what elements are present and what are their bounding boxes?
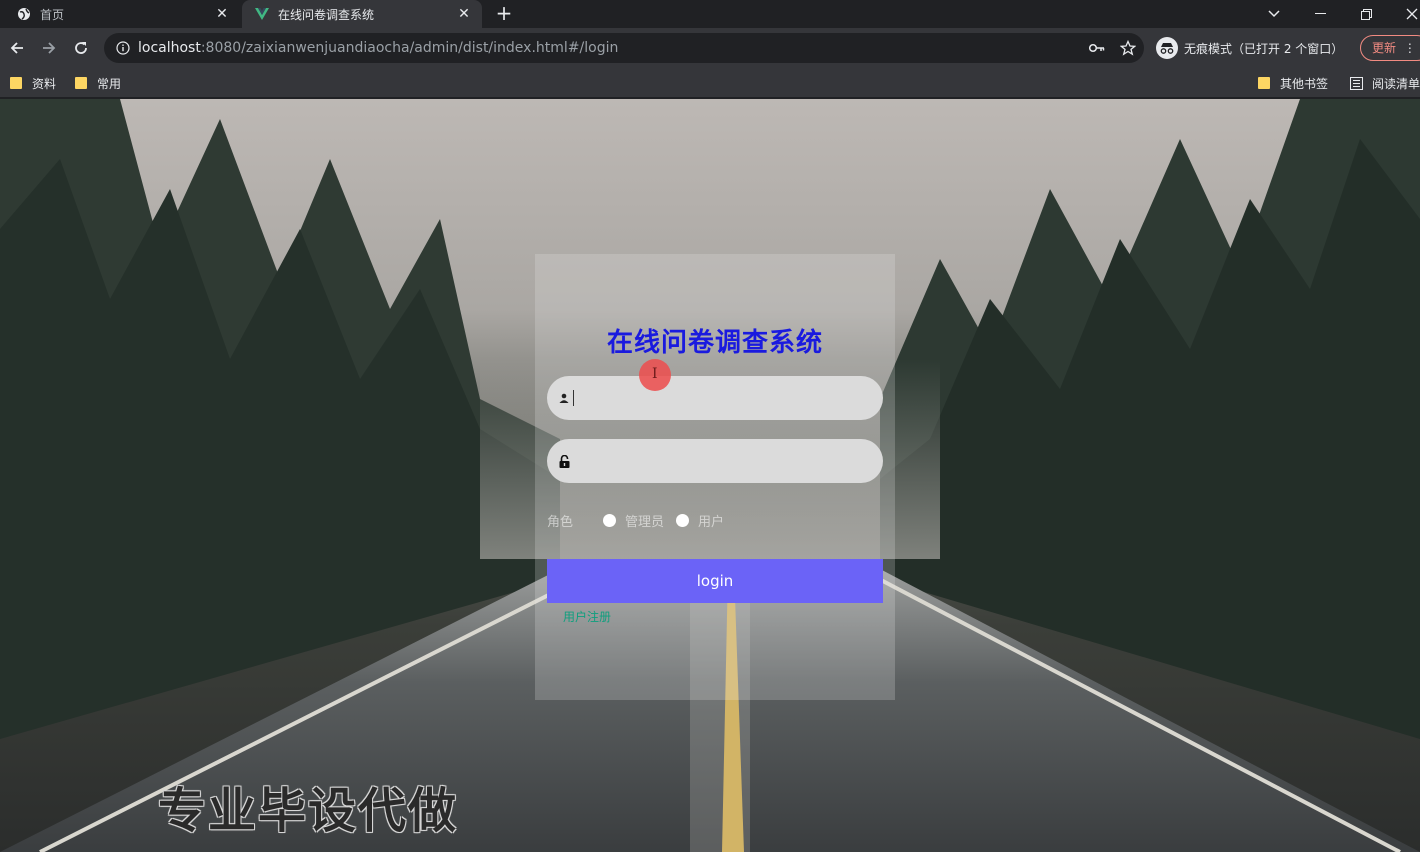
forward-arrow-icon[interactable] — [37, 36, 61, 60]
mouse-click-indicator: I — [639, 359, 671, 391]
tab-active-survey[interactable]: 在线问卷调查系统 ✕ — [242, 0, 482, 28]
bookmarks-bar: 资料 常用 其他书签 阅读清单 — [0, 68, 1420, 98]
bookmark-folder-changyong[interactable]: 常用 — [75, 73, 121, 93]
password-input[interactable] — [575, 446, 883, 476]
role-radio-user[interactable] — [676, 513, 690, 527]
update-button[interactable]: 更新 ⋮ — [1360, 35, 1420, 61]
tab-title: 首页 — [40, 7, 65, 22]
back-arrow-icon[interactable] — [5, 36, 29, 60]
reload-icon[interactable] — [69, 36, 93, 60]
bookmark-label: 常用 — [97, 76, 122, 91]
restore-icon[interactable] — [1346, 0, 1386, 28]
url-path: :8080/zaixianwenjuandiaocha/admin/dist/i… — [200, 40, 619, 56]
close-tab-icon[interactable]: ✕ — [212, 4, 232, 24]
bookmark-label: 阅读清单 — [1372, 76, 1420, 91]
tab-search-chevron-icon[interactable] — [1254, 0, 1294, 28]
address-bar[interactable]: localhost:8080/zaixianwenjuandiaocha/adm… — [104, 33, 1144, 63]
lock-icon — [557, 454, 571, 468]
close-tab-icon[interactable]: ✕ — [454, 4, 474, 24]
browser-toolbar: localhost:8080/zaixianwenjuandiaocha/adm… — [0, 28, 1420, 68]
bookmark-label: 资料 — [32, 76, 57, 91]
update-label: 更新 — [1372, 41, 1397, 55]
login-card: 在线问卷调查系统 角色 管理员 用户 login 用户注册 — [535, 254, 895, 700]
incognito-indicator[interactable]: 无痕模式（已打开 2 个窗口） — [1156, 34, 1343, 62]
login-button[interactable]: login — [547, 559, 883, 603]
globe-icon — [16, 6, 32, 22]
incognito-icon — [1156, 37, 1178, 59]
role-option-user[interactable]: 用户 — [698, 511, 724, 530]
url-host: localhost — [138, 40, 201, 56]
site-info-icon[interactable] — [114, 39, 132, 57]
vue-logo-icon — [254, 6, 270, 22]
password-field[interactable] — [547, 439, 883, 483]
role-option-admin[interactable]: 管理员 — [625, 511, 664, 530]
new-tab-button[interactable]: + — [492, 3, 516, 25]
text-cursor-icon: I — [652, 366, 658, 382]
folder-icon — [10, 77, 22, 89]
role-radio-admin[interactable] — [603, 513, 616, 527]
text-caret — [573, 390, 574, 406]
user-icon — [557, 391, 571, 405]
role-label: 角色 — [547, 514, 574, 530]
tab-home[interactable]: 首页 ✕ — [0, 0, 240, 28]
username-field[interactable] — [547, 376, 883, 420]
bookmark-folder-ziliao[interactable]: 资料 — [10, 73, 56, 93]
register-link[interactable]: 用户注册 — [563, 608, 611, 625]
reading-list-icon — [1350, 76, 1363, 90]
tab-strip: 首页 ✕ 在线问卷调查系统 ✕ + — [0, 0, 1420, 28]
tab-title: 在线问卷调查系统 — [278, 7, 375, 22]
folder-icon — [75, 77, 87, 89]
username-input[interactable] — [578, 383, 883, 413]
minimize-icon[interactable] — [1300, 0, 1340, 28]
reading-list-button[interactable]: 阅读清单 — [1350, 73, 1420, 93]
bookmark-folder-other[interactable]: 其他书签 — [1258, 73, 1328, 93]
folder-icon — [1258, 77, 1270, 89]
incognito-label: 无痕模式（已打开 2 个窗口） — [1184, 41, 1344, 56]
role-selector: 角色 管理员 用户 — [547, 510, 736, 530]
key-icon[interactable] — [1088, 39, 1106, 57]
more-menu-icon: ⋮ — [1403, 41, 1416, 55]
login-title: 在线问卷调查系统 — [606, 328, 823, 358]
close-window-icon[interactable] — [1392, 0, 1420, 28]
bookmark-label: 其他书签 — [1280, 76, 1329, 91]
star-bookmark-icon[interactable] — [1119, 39, 1137, 57]
page-viewport: 在线问卷调查系统 角色 管理员 用户 login 用户注册 I 专业毕设代做 — [0, 99, 1420, 852]
watermark-caption: 专业毕设代做 — [158, 783, 459, 839]
